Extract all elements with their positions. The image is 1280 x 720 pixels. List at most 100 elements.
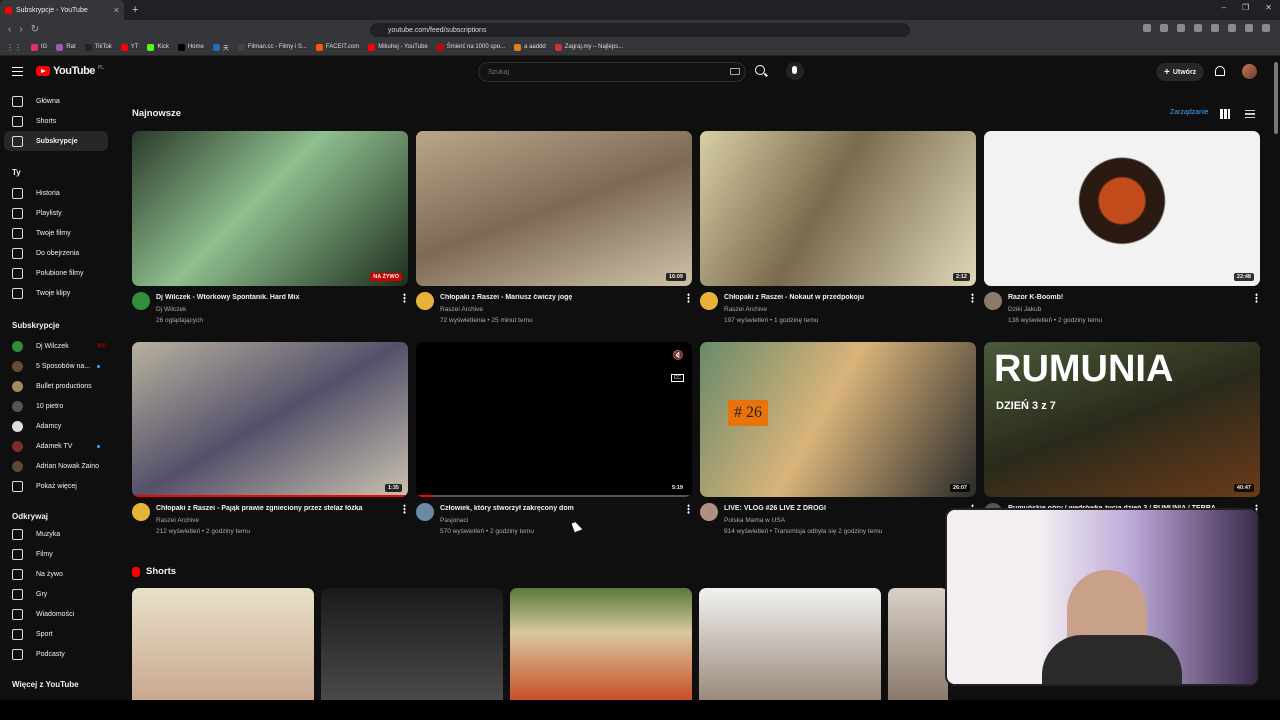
video-card[interactable]: 16:09 Chłopaki z Raszei - Mariusz ćwiczy … <box>416 131 692 331</box>
grid-view-icon[interactable] <box>1220 109 1230 119</box>
sidebar-item[interactable]: Muzyka <box>0 524 112 544</box>
extension-icon[interactable] <box>1245 24 1253 32</box>
sidebar-item[interactable]: Adamcy <box>0 416 112 436</box>
more-options-icon[interactable] <box>687 293 690 303</box>
sidebar-item[interactable]: Gry <box>0 584 112 604</box>
bookmark-item[interactable]: 天 <box>212 43 229 52</box>
video-card[interactable]: NA ŻYWO Dj Wilczek - Wtorkowy Spontanik. … <box>132 131 408 331</box>
more-options-icon[interactable] <box>1255 293 1258 303</box>
minimize-icon[interactable]: – <box>1222 3 1226 12</box>
short-thumbnail[interactable] <box>699 588 881 700</box>
video-title[interactable]: Razor K-Boomb! <box>1008 294 1248 301</box>
more-options-icon[interactable] <box>687 504 690 514</box>
bookmark-item[interactable]: YT <box>120 43 138 51</box>
hamburger-menu-icon[interactable] <box>12 67 23 76</box>
reload-icon[interactable]: ↻ <box>31 24 39 35</box>
video-thumbnail[interactable]: DZIEŃ 3 z 7 RUMUNIA 40:47 <box>984 342 1260 497</box>
sidebar-item[interactable]: Twoje klipy <box>0 283 112 303</box>
video-title[interactable]: Chłopaki z Raszei - Pająk prawie zgnieci… <box>156 505 396 512</box>
sidebar-item[interactable]: Wiadomości <box>0 604 112 624</box>
sidebar-item[interactable]: Historia <box>0 183 112 203</box>
sidebar-item[interactable]: Na żywo <box>0 564 112 584</box>
more-options-icon[interactable] <box>403 504 406 514</box>
manage-link[interactable]: Zarządzanie <box>1170 109 1209 116</box>
bookmark-item[interactable]: FACEIT.com <box>315 43 359 51</box>
sidebar-item[interactable]: Podcasty <box>0 644 112 664</box>
video-title[interactable]: Chłopaki z Raszei - Mariusz ćwiczy jogę <box>440 294 680 301</box>
video-card[interactable]: 22:48 Razor K-Boomb! Dziki Jakub 138 wyświe… <box>984 131 1260 331</box>
video-title[interactable]: Człowiek, który stworzył zakręcony dom <box>440 505 680 512</box>
youtube-logo[interactable]: YouTube PL <box>36 65 104 77</box>
channel-name[interactable]: Dziki Jakub <box>1008 306 1041 313</box>
video-title[interactable]: Chłopaki z Raszei - Nokaut w przedpokoju <box>724 294 964 301</box>
apps-icon[interactable]: ⋮⋮ <box>6 43 22 52</box>
video-thumbnail[interactable]: # 26 26:07 <box>700 342 976 497</box>
sidebar-item[interactable]: Sport <box>0 624 112 644</box>
video-thumbnail[interactable]: 16:09 <box>416 131 692 286</box>
short-thumbnail[interactable] <box>888 588 948 700</box>
extension-icon[interactable] <box>1177 24 1185 32</box>
short-thumbnail[interactable] <box>321 588 503 700</box>
playback-progress-bar[interactable] <box>416 494 692 497</box>
restore-icon[interactable]: ❐ <box>1242 3 1249 12</box>
video-card[interactable]: 2:12 Chłopaki z Raszei - Nokaut w przedpo… <box>700 131 976 331</box>
video-card[interactable]: 🔇 CC 5:19 Człowiek, który stworzył zakręcon… <box>416 342 692 542</box>
url-input[interactable]: youtube.com/feed/subscriptions <box>370 23 910 37</box>
create-button[interactable]: + Utwórz <box>1156 63 1205 81</box>
short-thumbnail[interactable] <box>132 588 314 700</box>
video-title[interactable]: LIVE: VLOG #26 LIVE Z DROGI <box>724 505 964 512</box>
new-tab-icon[interactable]: + <box>132 4 138 16</box>
sidebar-item[interactable]: Adrian Nowak Zaino <box>0 456 112 476</box>
close-tab-icon[interactable]: × <box>114 5 119 15</box>
video-thumbnail[interactable]: 🔇 CC 5:19 <box>416 342 692 497</box>
sidebar-item[interactable]: Twoje filmy <box>0 223 112 243</box>
notifications-bell-icon[interactable] <box>1215 66 1225 76</box>
channel-avatar[interactable] <box>132 503 150 521</box>
short-thumbnail[interactable] <box>510 588 692 700</box>
extension-icon[interactable] <box>1228 24 1236 32</box>
forward-icon[interactable]: › <box>19 24 22 35</box>
account-avatar[interactable] <box>1242 64 1257 79</box>
keyboard-icon[interactable] <box>730 68 740 75</box>
channel-avatar[interactable] <box>700 503 718 521</box>
extension-icon[interactable] <box>1160 24 1168 32</box>
search-input[interactable] <box>478 62 746 82</box>
bookmark-item[interactable]: IG <box>31 43 47 51</box>
browser-tab[interactable]: Subskrypcje - YouTube × <box>0 0 124 20</box>
sidebar-item[interactable]: 5 Sposobów na... <box>0 356 112 376</box>
closed-captions-icon[interactable]: CC <box>670 374 684 382</box>
channel-name[interactable]: Polska Mama w USA <box>724 517 785 524</box>
video-thumbnail[interactable]: 2:12 <box>700 131 976 286</box>
more-options-icon[interactable] <box>403 293 406 303</box>
bookmark-item[interactable]: a aaddd <box>514 43 546 51</box>
channel-avatar[interactable] <box>700 292 718 310</box>
bookmark-item[interactable]: Śmierć na 1000 spo... <box>436 43 505 51</box>
channel-name[interactable]: Raszei Archive <box>724 306 767 313</box>
sidebar-item[interactable]: Bullet productions <box>0 376 112 396</box>
back-icon[interactable]: ‹ <box>8 24 11 35</box>
close-window-icon[interactable]: ✕ <box>1265 3 1272 12</box>
video-thumbnail[interactable]: 22:48 <box>984 131 1260 286</box>
list-view-icon[interactable] <box>1245 110 1255 118</box>
mute-icon[interactable]: 🔇 <box>673 350 684 361</box>
sidebar-item[interactable]: Adamek TV <box>0 436 112 456</box>
channel-avatar[interactable] <box>416 503 434 521</box>
sidebar-item[interactable]: Polubione filmy <box>0 263 112 283</box>
microphone-icon[interactable] <box>786 62 804 80</box>
search-icon[interactable] <box>755 65 765 75</box>
page-scrollbar[interactable] <box>1272 56 1280 700</box>
sidebar-item[interactable]: 10 pietro <box>0 396 112 416</box>
video-card[interactable]: 1:35 Chłopaki z Raszei - Pająk prawie zgn… <box>132 342 408 542</box>
channel-avatar[interactable] <box>984 292 1002 310</box>
sidebar-item[interactable]: Pokaż więcej <box>0 476 112 496</box>
scrollbar-thumb[interactable] <box>1274 62 1278 134</box>
channel-avatar[interactable] <box>416 292 434 310</box>
sidebar-item[interactable]: Do obejrzenia <box>0 243 112 263</box>
you-header[interactable]: Ty <box>12 168 21 177</box>
video-thumbnail[interactable]: 1:35 <box>132 342 408 497</box>
sidebar-item[interactable]: Główna <box>0 91 112 111</box>
more-options-icon[interactable] <box>971 293 974 303</box>
channel-name[interactable]: Pasjonaci <box>440 517 468 524</box>
bookmark-item[interactable]: Kick <box>147 43 169 51</box>
sidebar-item[interactable]: Dj Wilczek ((•)) <box>0 336 112 356</box>
